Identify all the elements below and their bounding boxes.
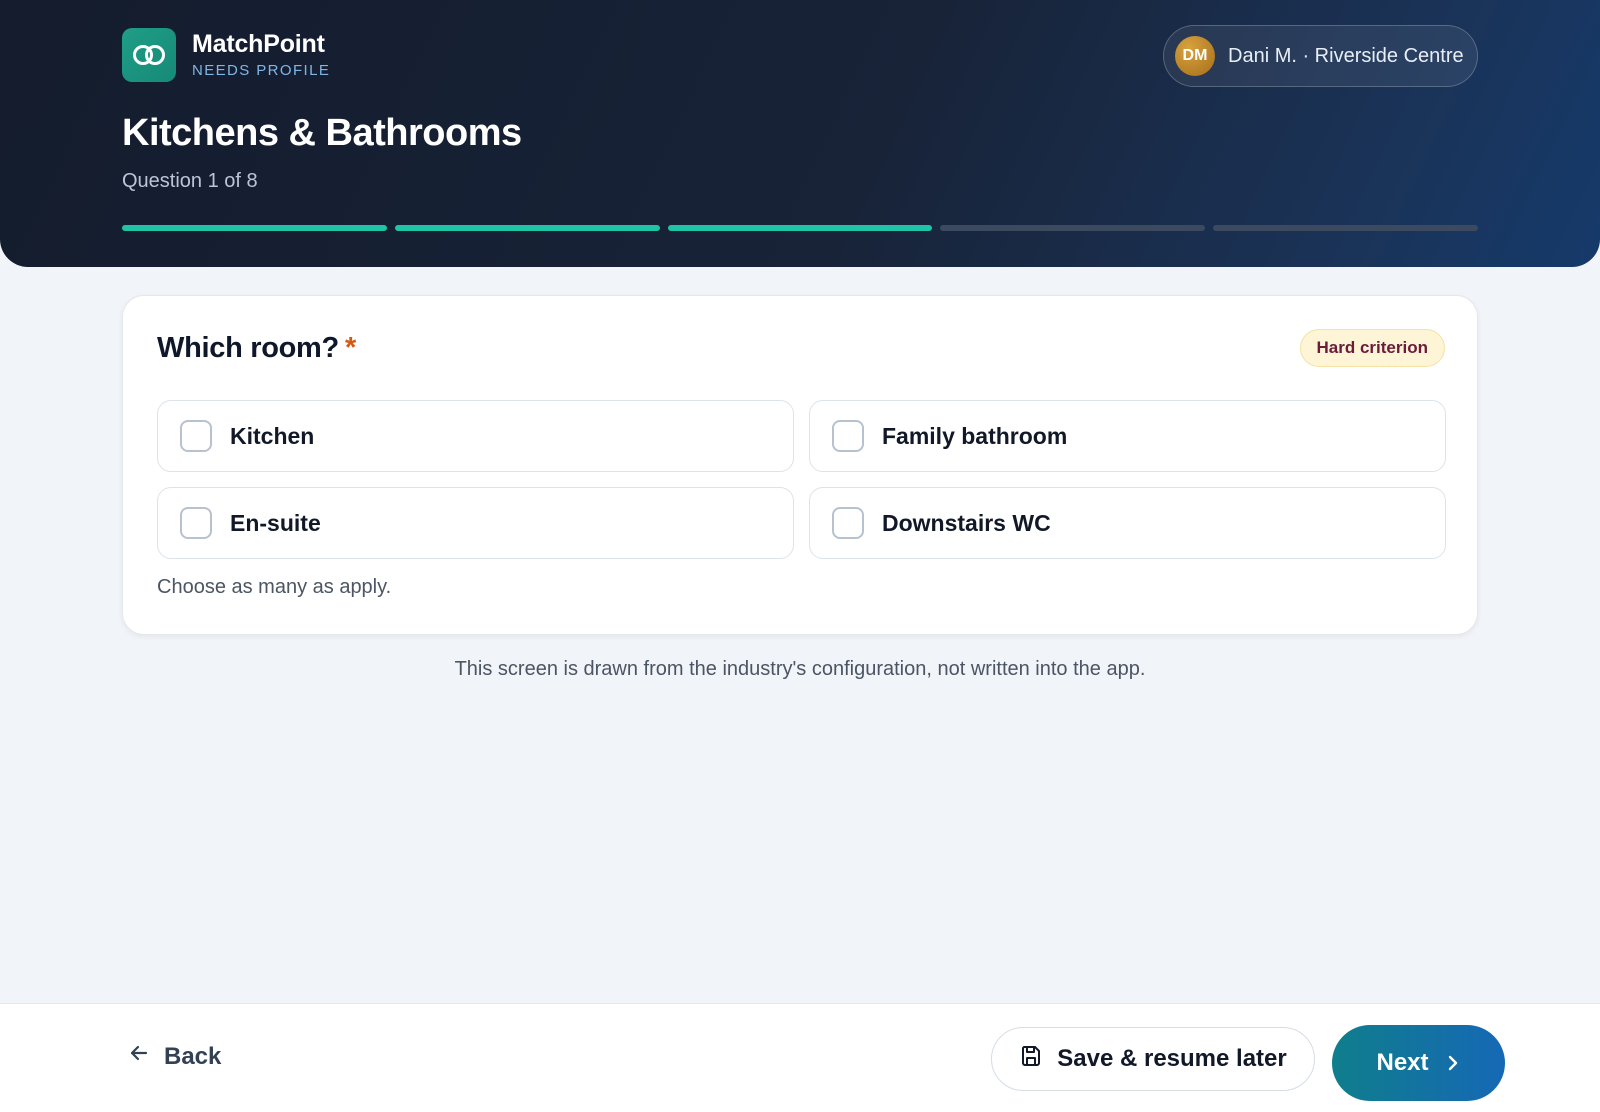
back-label: Back (164, 1042, 222, 1070)
required-marker: * (344, 332, 356, 364)
checkbox[interactable] (180, 420, 212, 452)
next-label: Next (1376, 1049, 1429, 1076)
progress-segment (667, 225, 933, 231)
config-footnote: This screen is drawn from the industry's… (454, 658, 1146, 680)
save-resume-button[interactable]: Save & resume later (991, 1027, 1315, 1091)
option-label: Family bathroom (882, 422, 1068, 449)
option-en-suite[interactable]: En-suite (157, 487, 794, 559)
user-label: Dani M. · Riverside Centre (1228, 44, 1464, 67)
user-menu[interactable]: DM Dani M. · Riverside Centre (1163, 25, 1478, 87)
checkbox[interactable] (832, 420, 864, 452)
option-family-bathroom[interactable]: Family bathroom (809, 400, 1446, 472)
next-button[interactable]: Next (1332, 1025, 1505, 1101)
checkbox[interactable] (180, 507, 212, 539)
option-label: Downstairs WC (882, 509, 1051, 536)
question-card: Which room? * Hard criterion Kitchen Fami… (122, 295, 1478, 635)
progress-segment (1213, 225, 1478, 231)
room-options: Kitchen Family bathroom En-suite Downsta… (157, 400, 1447, 559)
option-label: Kitchen (230, 422, 315, 449)
question-title: Which room? * (157, 332, 356, 365)
hard-criterion-badge: Hard criterion (1299, 329, 1445, 367)
chevron-right-icon (1445, 1054, 1461, 1072)
brand: MatchPoint NEEDS PROFILE (122, 28, 330, 82)
option-kitchen[interactable]: Kitchen (157, 400, 794, 472)
page-header: MatchPoint NEEDS PROFILE DM Dani M. · Ri… (0, 0, 1600, 267)
question-title-text: Which room? (157, 332, 339, 364)
save-icon (1019, 1044, 1043, 1075)
brand-name: MatchPoint (192, 30, 325, 58)
save-label: Save & resume later (1057, 1045, 1287, 1072)
action-bar: Back Save & resume later Next (0, 1003, 1600, 1112)
helper-text: Choose as many as apply. (157, 576, 392, 598)
progress-segment (940, 225, 1206, 231)
progress-bar (122, 225, 1478, 231)
progress-segment (394, 225, 660, 231)
question-counter: Question 1 of 8 (122, 170, 258, 192)
avatar: DM (1175, 36, 1215, 76)
option-downstairs-wc[interactable]: Downstairs WC (809, 487, 1446, 559)
arrow-left-icon (128, 1042, 150, 1071)
brand-subtitle: NEEDS PROFILE (192, 62, 331, 79)
back-button[interactable]: Back (128, 1042, 221, 1071)
matchpoint-logo-icon (122, 28, 176, 82)
page-title: Kitchens & Bathrooms (122, 112, 522, 154)
progress-segment (122, 225, 387, 231)
checkbox[interactable] (832, 507, 864, 539)
option-label: En-suite (230, 509, 321, 536)
